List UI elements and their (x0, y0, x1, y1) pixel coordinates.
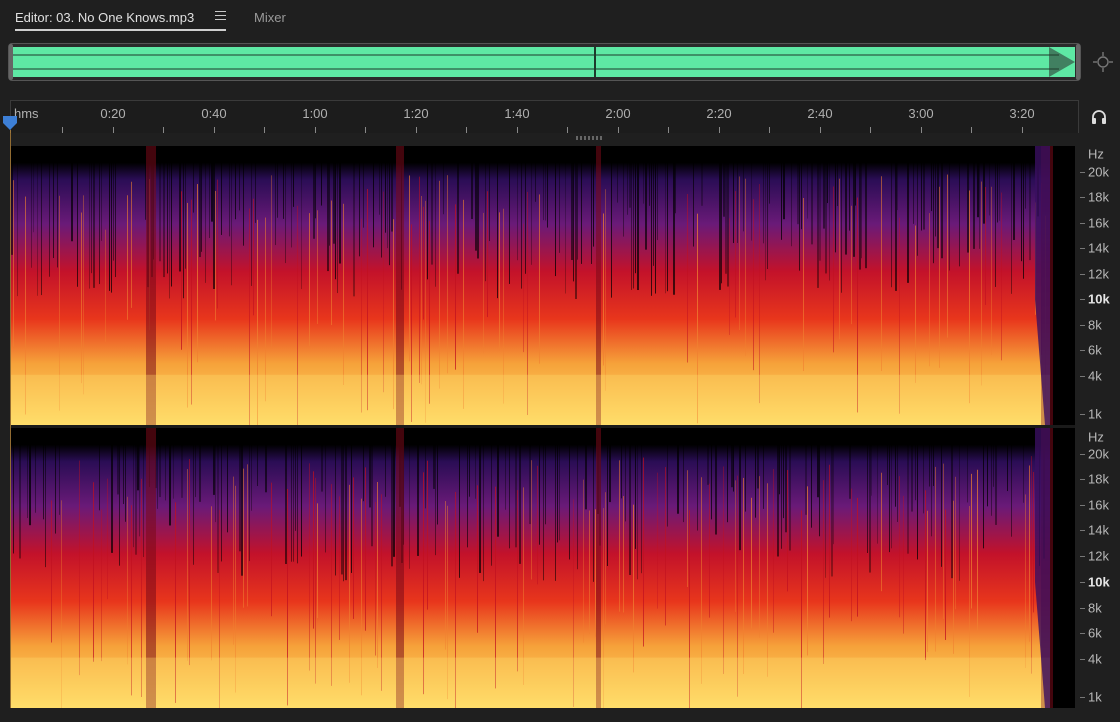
hz-tick (1080, 607, 1085, 609)
ruler-tick (112, 127, 114, 133)
ruler-tick (718, 127, 720, 133)
hz-tick (1080, 581, 1085, 583)
hz-label: 1k (1088, 406, 1102, 422)
playhead-line (10, 130, 11, 708)
hz-label: 8k (1088, 317, 1102, 333)
hz-tick (1080, 479, 1085, 481)
hz-label: 18k (1088, 189, 1109, 205)
hz-label: 4k (1088, 651, 1102, 667)
ruler-tick (769, 127, 770, 133)
panel-resize-grip[interactable] (576, 136, 604, 140)
hz-label: 18k (1088, 471, 1109, 487)
hz-label: 6k (1088, 625, 1102, 641)
ruler-label: 0:20 (100, 106, 126, 121)
hz-label: 20k (1088, 164, 1109, 180)
headphones-icon[interactable] (1090, 108, 1108, 126)
bottom-bar (0, 710, 1120, 722)
ruler-label: 2:40 (807, 106, 833, 121)
tab-editor[interactable]: Editor: 03. No One Knows.mp3 (15, 8, 194, 28)
ruler-tick (264, 127, 265, 133)
hz-tick (1080, 505, 1085, 507)
hz-unit-label: Hz (1088, 146, 1104, 162)
spectrogram-right-graphic (11, 428, 1053, 708)
hz-label: 10k (1088, 574, 1110, 590)
ruler-label: 2:00 (605, 106, 631, 121)
hz-label: 14k (1088, 522, 1109, 538)
ruler-tick (466, 127, 467, 133)
ruler-tick (668, 127, 669, 133)
hz-tick (1080, 658, 1085, 660)
hz-tick (1080, 376, 1085, 377)
hz-label: 12k (1088, 266, 1109, 282)
hz-tick (1080, 556, 1085, 558)
hz-label: 8k (1088, 600, 1102, 616)
spectrogram-right-channel[interactable] (11, 428, 1075, 708)
hz-tick (1080, 632, 1085, 634)
ruler-tick (62, 127, 63, 133)
active-tab-underline (15, 29, 226, 31)
ruler-tick (567, 127, 568, 133)
hz-tick (1080, 530, 1085, 532)
hz-label: 16k (1088, 497, 1109, 513)
ruler-tick (163, 127, 164, 133)
hz-tick (1080, 172, 1085, 173)
hz-tick (1080, 325, 1085, 326)
hz-label: 6k (1088, 342, 1102, 358)
ruler-tick (415, 127, 417, 133)
ruler-label: 3:20 (1009, 106, 1035, 121)
editor-tab-bar: Editor: 03. No One Knows.mp3 Mixer (0, 0, 1120, 36)
hz-label: 12k (1088, 548, 1109, 564)
ruler-tick (516, 127, 518, 133)
hz-tick (1080, 274, 1085, 275)
ruler-label: 1:40 (504, 106, 530, 121)
hz-tick (1080, 248, 1085, 249)
hz-label: 1k (1088, 689, 1102, 705)
hz-label: 10k (1088, 291, 1110, 307)
ruler-unit-label: hms (14, 106, 39, 121)
hz-label: 4k (1088, 368, 1102, 384)
spectrogram-left-graphic (11, 146, 1053, 425)
spectrogram-left-channel[interactable] (11, 146, 1075, 425)
hz-tick (1080, 454, 1085, 456)
time-ruler[interactable]: hms 0:20 0:40 1:00 1:20 1:40 2:00 2:20 2:40 3:00… (10, 100, 1079, 133)
frequency-axis-right: Hz 20k 18k 16k 14k 12k 10k 8k 6k 4k 1k (1080, 428, 1120, 708)
hz-tick (1080, 299, 1085, 300)
hz-label: 20k (1088, 446, 1109, 462)
ruler-tick (870, 127, 871, 133)
ruler-label: 1:20 (403, 106, 429, 121)
ruler-tick (213, 127, 215, 133)
hamburger-menu-icon[interactable] (215, 11, 226, 21)
hz-tick (1080, 223, 1085, 224)
overview-waveform-graphic (9, 44, 1080, 80)
playhead-marker-icon[interactable] (3, 116, 17, 130)
ruler-tick (314, 127, 316, 133)
hz-label: 16k (1088, 215, 1109, 231)
ruler-tick (617, 127, 619, 133)
ruler-tick (920, 127, 922, 133)
ruler-label: 1:00 (302, 106, 328, 121)
ruler-label: 0:40 (201, 106, 227, 121)
ruler-label: 2:20 (706, 106, 732, 121)
tab-mixer[interactable]: Mixer (254, 8, 286, 28)
ruler-label: 3:00 (908, 106, 934, 121)
ruler-tick (819, 127, 821, 133)
hz-tick (1080, 414, 1085, 415)
overview-waveform[interactable] (8, 43, 1081, 81)
hz-tick (1080, 197, 1085, 198)
ruler-tick (971, 127, 972, 133)
hz-label: 14k (1088, 240, 1109, 256)
ruler-tick (365, 127, 366, 133)
frequency-axis-left: Hz 20k 18k 16k 14k 12k 10k 8k 6k 4k 1k (1080, 146, 1120, 425)
hz-unit-label: Hz (1088, 429, 1104, 445)
ruler-tick (1021, 127, 1023, 133)
zoom-navigator-icon[interactable] (1092, 51, 1114, 73)
hz-tick (1080, 696, 1085, 698)
hz-tick (1080, 350, 1085, 351)
